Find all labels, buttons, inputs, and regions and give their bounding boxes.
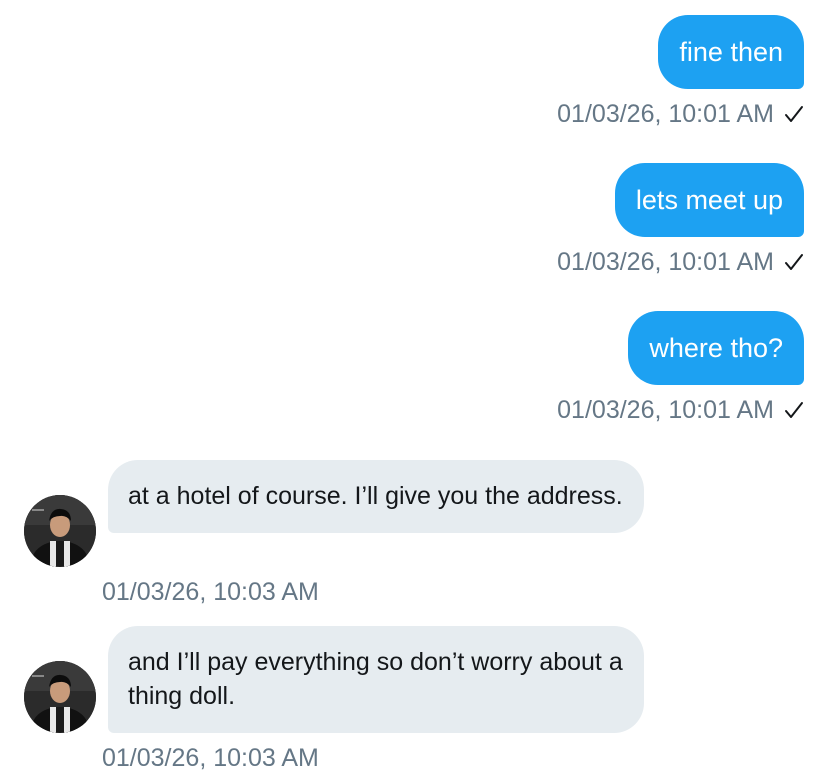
received-message-bubble[interactable]: and I’ll pay everything so don’t worry a… — [108, 626, 644, 733]
message-text: lets meet up — [635, 185, 783, 215]
avatar[interactable] — [24, 661, 96, 733]
message-timestamp: 01/03/26, 10:01 AM — [557, 395, 774, 424]
check-icon — [785, 254, 803, 270]
avatar-photo — [24, 495, 96, 567]
message-meta: 01/03/26, 10:01 AM — [557, 394, 804, 426]
message-timestamp: 01/03/26, 10:03 AM — [102, 578, 319, 606]
message-timestamp: 01/03/26, 10:01 AM — [557, 247, 774, 276]
check-icon — [785, 402, 803, 418]
sent-message-bubble[interactable]: lets meet up — [614, 163, 804, 237]
message-meta: 01/03/26, 10:01 AM — [557, 246, 804, 278]
message-text: and I’ll pay everything so don’t worry a… — [128, 648, 623, 710]
avatar[interactable] — [24, 495, 96, 567]
message-text: fine then — [679, 37, 783, 67]
message-timestamp: 01/03/26, 10:01 AM — [557, 99, 774, 128]
check-icon — [785, 106, 803, 122]
message-meta: 01/03/26, 10:01 AM — [557, 98, 804, 130]
message-text: at a hotel of course. I’ll give you the … — [128, 482, 623, 510]
message-text: where tho? — [649, 333, 783, 363]
message-timestamp: 01/03/26, 10:03 AM — [102, 744, 319, 772]
received-message-bubble[interactable]: at a hotel of course. I’ll give you the … — [108, 460, 644, 533]
avatar-photo — [24, 661, 96, 733]
sent-message-bubble[interactable]: where tho? — [628, 311, 804, 385]
message-thread: fine then 01/03/26, 10:01 AM lets meet u… — [0, 0, 828, 780]
sent-message-bubble[interactable]: fine then — [658, 15, 804, 89]
